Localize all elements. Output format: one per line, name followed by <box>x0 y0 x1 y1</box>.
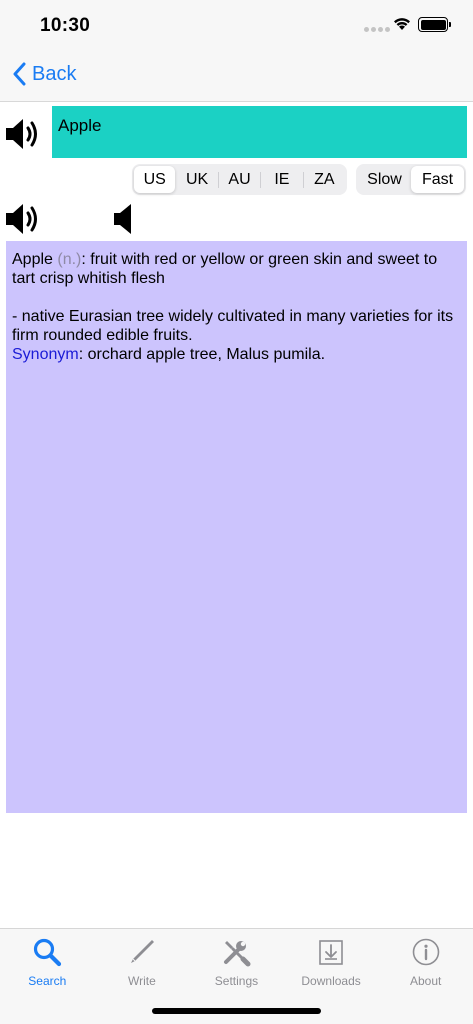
definition-spacer <box>12 288 461 307</box>
signal-dots-icon <box>364 27 390 32</box>
tab-label: Settings <box>214 974 259 988</box>
wifi-icon <box>394 18 410 30</box>
accent-option-us[interactable]: US <box>134 166 176 193</box>
accent-option-za[interactable]: ZA <box>304 166 345 193</box>
tab-label: About <box>409 974 442 988</box>
download-tray-icon <box>315 936 347 968</box>
speaker-icon <box>114 204 131 234</box>
speed-option-fast[interactable]: Fast <box>411 166 464 193</box>
tab-about[interactable]: About <box>378 929 473 1024</box>
definition-panel: Apple (n.): fruit with red or yellow or … <box>6 241 467 813</box>
speaker-loud-icon <box>6 204 37 234</box>
navigation-bar: Back <box>0 50 473 102</box>
pencil-icon <box>126 936 158 968</box>
tab-label: Search <box>28 974 67 988</box>
synonym-line: Synonym: orchard apple tree, Malus pumil… <box>12 345 461 364</box>
definition-sense-2: - native Eurasian tree widely cultivated… <box>12 308 454 344</box>
tab-label: Downloads <box>301 974 361 988</box>
info-icon <box>410 936 442 968</box>
accent-segmented-control: US UK AU IE ZA <box>132 164 347 195</box>
speak-word-button[interactable] <box>4 116 44 157</box>
synonym-label: Synonym <box>12 346 79 363</box>
back-button[interactable]: Back <box>12 62 76 86</box>
back-label: Back <box>32 62 77 85</box>
search-input-value: Apple <box>58 116 102 135</box>
accent-option-uk[interactable]: UK <box>176 166 217 193</box>
battery-icon <box>418 17 451 32</box>
speak-definition-button[interactable] <box>4 201 44 242</box>
speaker-loud-icon <box>6 119 37 149</box>
home-indicator <box>152 1008 321 1014</box>
accent-option-au[interactable]: AU <box>219 166 260 193</box>
accent-option-ie[interactable]: IE <box>261 166 302 193</box>
speed-option-slow[interactable]: Slow <box>358 166 411 193</box>
speak-quiet-button[interactable] <box>112 201 136 242</box>
definition-word: Apple <box>12 251 53 268</box>
tab-label: Write <box>128 974 156 988</box>
speed-segmented-control: Slow Fast <box>356 164 466 195</box>
tab-search[interactable]: Search <box>0 929 95 1024</box>
status-bar: 10:30 <box>0 0 473 50</box>
definition-sense-1: Apple (n.): fruit with red or yellow or … <box>12 250 461 288</box>
part-of-speech: (n.) <box>57 251 82 268</box>
chevron-left-icon <box>13 62 26 86</box>
magnifier-icon <box>31 936 63 968</box>
wrench-screwdriver-icon <box>220 936 252 968</box>
status-time: 10:30 <box>40 15 91 36</box>
search-input[interactable]: Apple <box>52 106 467 158</box>
synonym-text: : orchard apple tree, Malus pumila. <box>78 346 326 363</box>
